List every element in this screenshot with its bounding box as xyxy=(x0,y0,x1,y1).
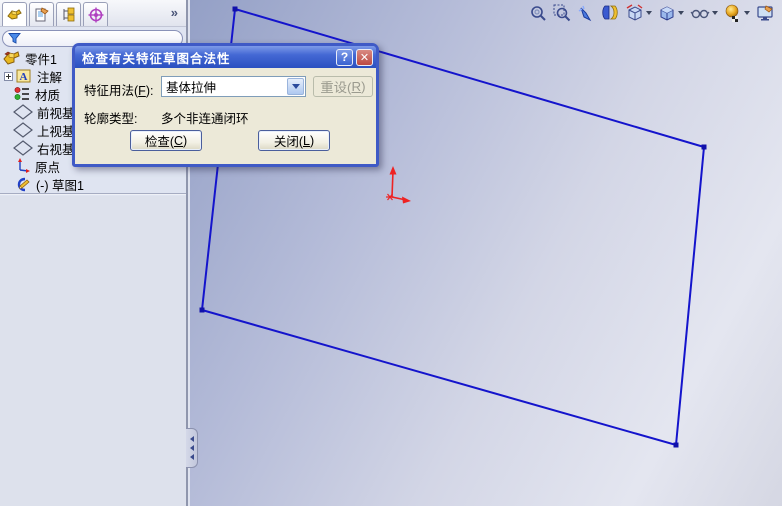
tree-item-label: 上视基 xyxy=(37,124,75,139)
panel-split-divider[interactable] xyxy=(0,193,186,195)
tree-item-label: 原点 xyxy=(35,160,61,175)
panel-collapse-handle[interactable] xyxy=(186,428,198,468)
tab-featuremanager[interactable] xyxy=(2,2,27,26)
apply-scene-icon xyxy=(757,5,773,21)
dialog-titlebar[interactable]: 检查有关特征草图合法性 ? ✕ xyxy=(75,46,376,68)
zoom-area-button[interactable] xyxy=(552,3,572,23)
feature-usage-value: 基体拉伸 xyxy=(166,81,217,95)
dimxpertmanager-icon xyxy=(88,7,103,22)
tab-configurationmanager[interactable] xyxy=(56,2,81,26)
tab-dimxpertmanager[interactable] xyxy=(83,2,108,26)
display-style-icon xyxy=(660,6,674,21)
panel-overflow-chevron[interactable]: » xyxy=(171,5,178,20)
close-button[interactable]: 关闭(L) xyxy=(258,130,330,151)
tree-item-label: (-) 草图1 xyxy=(36,178,84,193)
svg-text:A: A xyxy=(20,71,28,83)
origin-icon xyxy=(18,158,30,173)
solidworks-window: » 零件1 A 注解 材质 前视基 上视基 右视基 原点 (-) 草图1 检查有… xyxy=(0,0,782,506)
sketch-icon xyxy=(17,177,30,191)
zoom-in-out-icon xyxy=(578,5,592,22)
panel-tab-strip: » xyxy=(0,0,186,27)
annotations-icon: A xyxy=(16,69,31,83)
check-button[interactable]: 检查(C) xyxy=(130,130,202,151)
tree-item-label: 注解 xyxy=(37,70,63,85)
feature-usage-dropdown[interactable]: 基体拉伸 xyxy=(161,76,306,97)
tree-item-sketch1[interactable]: (-) 草图1 xyxy=(0,175,186,193)
tree-item-label: 右视基 xyxy=(37,142,75,157)
dialog-close-icon[interactable]: ✕ xyxy=(356,48,373,66)
tree-root-label: 零件1 xyxy=(25,52,57,67)
reset-button[interactable]: 重设(R) xyxy=(313,76,373,97)
featuremanager-icon xyxy=(6,8,22,20)
origin-marker xyxy=(386,166,411,204)
display-style-button[interactable] xyxy=(657,3,685,23)
hide-show-items-button[interactable] xyxy=(689,3,719,23)
dialog-title: 检查有关特征草图合法性 xyxy=(82,51,231,66)
contour-type-value: 多个非连通闭环 xyxy=(161,112,249,126)
tree-item-label: 材质 xyxy=(35,88,61,103)
collapse-arrow-icon xyxy=(189,454,194,460)
part-icon xyxy=(3,50,20,65)
tab-propertymanager[interactable] xyxy=(29,2,54,26)
zoom-fit-button[interactable] xyxy=(528,3,548,23)
contour-type-label: 轮廓类型: xyxy=(84,112,138,126)
check-sketch-dialog: 检查有关特征草图合法性 ? ✕ 特征用法(F): 基体拉伸 重设(R) 轮廓类型… xyxy=(72,43,379,167)
dialog-body: 特征用法(F): 基体拉伸 重设(R) 轮廓类型: 多个非连通闭环 检查(C) … xyxy=(75,68,376,164)
zoom-in-out-button[interactable] xyxy=(576,3,596,23)
dropdown-caret-icon[interactable] xyxy=(744,11,750,15)
collapse-arrow-icon xyxy=(189,445,194,451)
appearances-button[interactable] xyxy=(723,3,751,23)
filter-funnel-icon xyxy=(8,33,21,44)
panel-lower-pane xyxy=(0,196,186,506)
apply-scene-button[interactable] xyxy=(755,3,776,23)
zoom-area-icon xyxy=(553,4,571,22)
dropdown-caret-icon[interactable] xyxy=(712,11,718,15)
tree-item-label: 前视基 xyxy=(37,106,75,121)
chevron-down-icon[interactable] xyxy=(287,78,304,95)
feature-usage-label: 特征用法(F): xyxy=(84,84,154,98)
dropdown-caret-icon[interactable] xyxy=(678,11,684,15)
view-toolbar xyxy=(528,1,776,25)
plane-icon xyxy=(13,140,33,156)
dropdown-caret-icon[interactable] xyxy=(646,11,652,15)
zoom-fit-icon xyxy=(531,6,546,21)
view-orientation-button[interactable] xyxy=(624,3,653,23)
configurationmanager-icon xyxy=(63,7,74,21)
hide-show-items-icon xyxy=(690,9,710,19)
collapse-arrow-icon xyxy=(189,436,194,442)
expand-plus-icon[interactable] xyxy=(4,71,13,81)
section-view-icon xyxy=(602,5,618,20)
dialog-help-button[interactable]: ? xyxy=(336,48,353,66)
appearances-icon xyxy=(725,4,739,22)
section-view-button[interactable] xyxy=(600,3,620,23)
plane-icon xyxy=(13,104,33,120)
view-orientation-icon xyxy=(626,4,643,21)
plane-icon xyxy=(13,122,33,138)
propertymanager-icon xyxy=(35,6,49,21)
material-icon xyxy=(14,87,29,100)
